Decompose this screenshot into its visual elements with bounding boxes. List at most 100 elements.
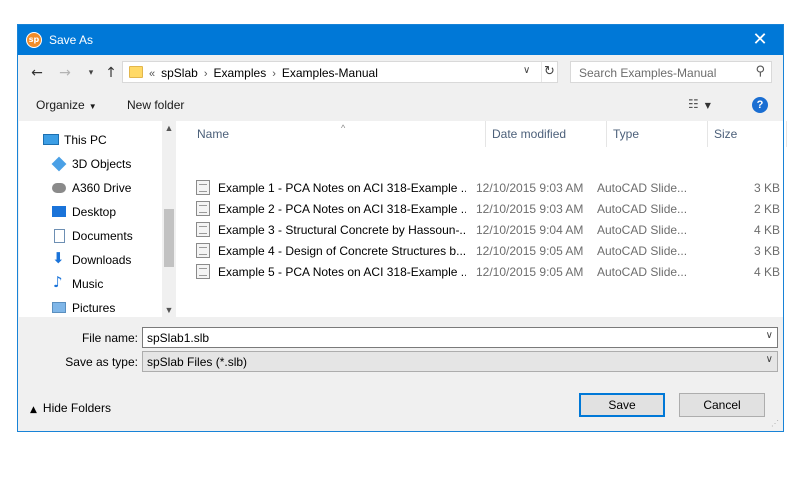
chevron-up-icon: ▲ (30, 405, 37, 415)
folder-icon (129, 66, 143, 78)
breadcrumb-item-examples[interactable]: Examples (214, 66, 267, 80)
cloud-drive-icon (52, 183, 66, 193)
slide-file-icon (196, 222, 210, 237)
sidebar-item-this-pc[interactable]: This PC (19, 129, 162, 151)
column-header-date[interactable]: Date modified (486, 121, 607, 147)
organize-label: Organize (36, 98, 85, 112)
file-name: Example 5 - PCA Notes on ACI 318-Example… (218, 265, 466, 279)
slide-file-icon (196, 180, 210, 195)
hide-folders-button[interactable]: ▲ Hide Folders (30, 401, 111, 415)
title-bar: sp Save As ✕ (18, 25, 783, 55)
music-icon: ♪ (53, 273, 63, 291)
view-details-icon: ☷ (688, 97, 699, 111)
sidebar-item-label: Downloads (72, 253, 132, 267)
file-size: 2 KB (753, 202, 780, 216)
address-dropdown-icon[interactable]: ∨ (523, 65, 530, 76)
cube-icon (51, 156, 67, 172)
table-row[interactable]: Example 2 - PCA Notes on ACI 318-Example… (192, 198, 780, 218)
table-row[interactable]: Example 5 - PCA Notes on ACI 318-Example… (192, 261, 780, 281)
column-header-name[interactable]: Name ^ (191, 121, 486, 147)
help-icon[interactable]: ? (752, 97, 768, 113)
file-date: 12/10/2015 9:05 AM (476, 244, 584, 258)
cancel-button[interactable]: Cancel (679, 393, 765, 417)
breadcrumb: «spSlab › Examples › Examples-Manual (149, 66, 378, 80)
recent-locations-chevron-icon[interactable]: ▾ (82, 65, 100, 81)
file-size: 3 KB (753, 181, 780, 195)
sidebar-item-documents[interactable]: Documents (19, 225, 162, 247)
sidebar-item-a360-drive[interactable]: A360 Drive (19, 177, 162, 199)
up-arrow-icon[interactable]: ↑ (102, 65, 120, 81)
file-type: AutoCAD Slide... (597, 244, 688, 258)
dialog-title: Save As (49, 33, 94, 47)
close-icon[interactable]: ✕ (737, 25, 783, 55)
sidebar-item-label: Music (72, 277, 104, 291)
file-date: 12/10/2015 9:05 AM (476, 265, 584, 279)
file-name-field[interactable]: spSlab1.slb ∨ (142, 327, 778, 348)
search-placeholder: Search Examples-Manual (579, 66, 717, 80)
scrollbar-thumb[interactable] (164, 209, 174, 267)
sidebar-item-label: Desktop (72, 205, 117, 219)
file-type: AutoCAD Slide... (597, 265, 688, 279)
navigation-scrollbar[interactable]: ▲ ▼ (162, 121, 176, 317)
sidebar-item-pictures[interactable]: Pictures (19, 297, 162, 319)
file-size: 4 KB (753, 223, 780, 237)
resize-grip-icon[interactable]: ⋰ (771, 419, 781, 429)
search-input[interactable]: Search Examples-Manual ⚲ (570, 61, 772, 83)
chevron-down-icon[interactable]: ∨ (766, 330, 773, 341)
table-row[interactable]: Example 1 - PCA Notes on ACI 318-Example… (192, 177, 780, 197)
breadcrumb-separator-icon[interactable]: › (266, 68, 282, 80)
refresh-icon[interactable]: ↻ (541, 62, 557, 82)
scroll-up-icon[interactable]: ▲ (162, 123, 176, 133)
breadcrumb-overflow-icon[interactable]: « (149, 68, 161, 80)
column-header-type[interactable]: Type (607, 121, 708, 147)
save-button[interactable]: Save (579, 393, 665, 417)
sidebar-item-downloads[interactable]: ⬇ Downloads (19, 249, 162, 271)
save-as-type-value: spSlab Files (*.slb) (147, 355, 248, 369)
breadcrumb-item-spslab[interactable]: spSlab (161, 66, 198, 80)
forward-arrow-icon[interactable]: → (56, 65, 74, 81)
hide-folders-label: Hide Folders (42, 401, 111, 415)
file-type: AutoCAD Slide... (597, 181, 688, 195)
sidebar-item-label: Pictures (72, 301, 116, 315)
sort-ascending-icon: ^ (341, 123, 346, 133)
breadcrumb-separator-icon[interactable]: › (198, 68, 214, 80)
file-type: AutoCAD Slide... (597, 223, 688, 237)
column-header-size[interactable]: Size (708, 121, 787, 147)
chevron-down-icon[interactable]: ∨ (766, 354, 773, 365)
file-size: 4 KB (753, 265, 780, 279)
save-as-dialog: sp Save As ✕ ← → ▾ ↑ «spSlab › Examples › Ex… (17, 24, 787, 432)
back-arrow-icon[interactable]: ← (28, 65, 46, 81)
table-row[interactable]: Example 4 - Design of Concrete Structure… (192, 240, 780, 260)
desktop-icon (52, 206, 66, 217)
pc-icon (43, 134, 59, 145)
file-name: Example 2 - PCA Notes on ACI 318-Example… (218, 202, 466, 216)
sidebar-item-label: A360 Drive (72, 181, 132, 195)
spslab-app-icon: sp (26, 32, 42, 48)
table-row[interactable]: Example 3 - Structural Concrete by Hasso… (192, 219, 780, 239)
caret-down-icon: ▼ (88, 102, 97, 111)
organize-button[interactable]: Organize ▼ (36, 98, 97, 112)
slide-file-icon (196, 264, 210, 279)
search-icon[interactable]: ⚲ (755, 64, 765, 79)
download-icon: ⬇ (52, 249, 65, 267)
scroll-down-icon[interactable]: ▼ (162, 305, 176, 315)
change-view-button[interactable]: ☷ ▼ (688, 97, 711, 111)
sidebar-item-desktop[interactable]: Desktop (19, 201, 162, 223)
save-as-type-select[interactable]: spSlab Files (*.slb) ∨ (142, 351, 778, 372)
sidebar-item-label: 3D Objects (72, 157, 132, 171)
sidebar-item-label: Documents (72, 229, 133, 243)
address-bar[interactable]: «spSlab › Examples › Examples-Manual ∨ ↻ (122, 61, 558, 83)
navigation-pane: This PC 3D Objects A360 Drive Desktop Do… (19, 121, 176, 319)
new-folder-button[interactable]: New folder (127, 98, 184, 112)
slide-file-icon (196, 243, 210, 258)
sidebar-item-3d-objects[interactable]: 3D Objects (19, 153, 162, 175)
file-name: Example 1 - PCA Notes on ACI 318-Example… (218, 181, 466, 195)
file-name-label: File name: (81, 331, 138, 345)
sidebar-item-music[interactable]: ♪ Music (19, 273, 162, 295)
sidebar-item-label: This PC (64, 133, 107, 147)
file-list: Name ^ Date modified Type Size Example 1 … (176, 121, 787, 317)
column-name-label: Name (197, 127, 230, 141)
file-name: Example 4 - Design of Concrete Structure… (218, 244, 466, 258)
breadcrumb-item-examples-manual[interactable]: Examples-Manual (282, 66, 378, 80)
file-name-value[interactable]: spSlab1.slb (147, 331, 209, 345)
